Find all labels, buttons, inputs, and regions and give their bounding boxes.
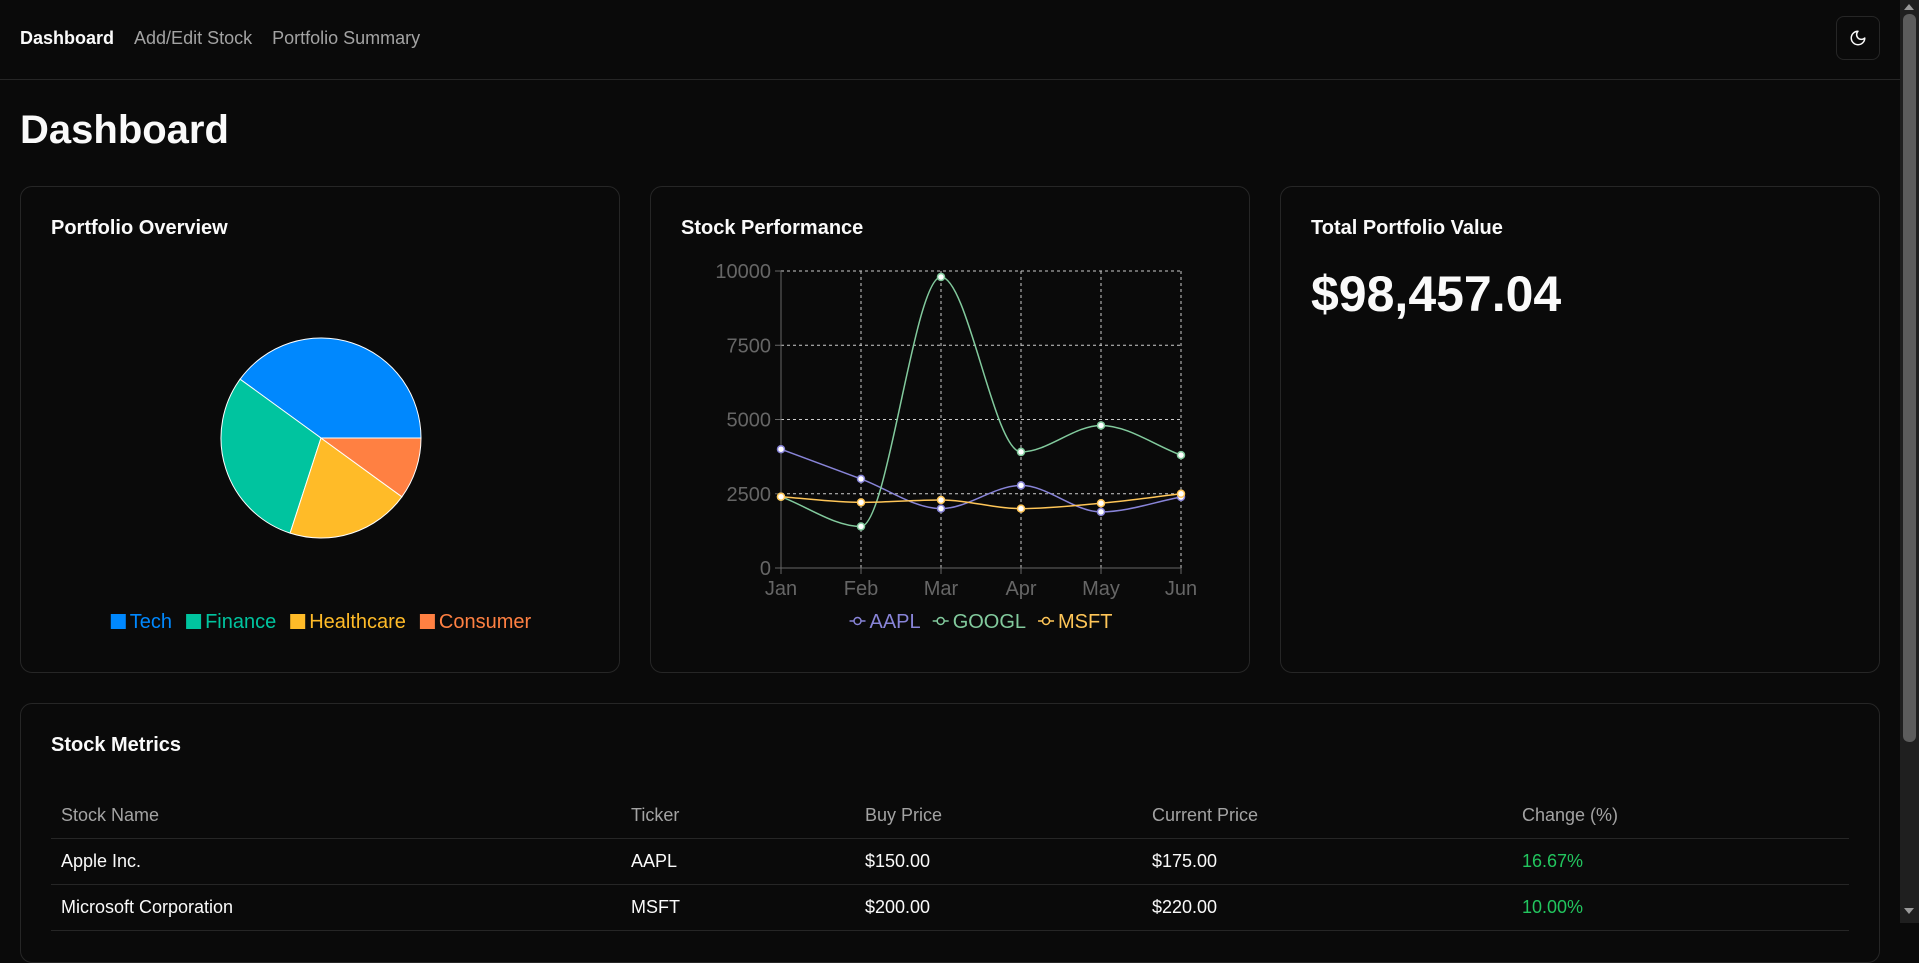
- scroll-down-arrow-icon[interactable]: [1904, 908, 1914, 914]
- series-line-googl: [780, 276, 1182, 528]
- data-point-googl[interactable]: [936, 272, 946, 282]
- line-legend-marker-googl: [936, 616, 945, 626]
- moon-icon: [1850, 30, 1866, 46]
- nav-link-portfolio-summary[interactable]: Portfolio Summary: [272, 28, 420, 49]
- line-legend-label-aapl: AAPL: [870, 611, 921, 633]
- series-googl: [776, 272, 1186, 531]
- scroll-up-arrow-icon[interactable]: [1904, 4, 1914, 10]
- table-row: Apple Inc. AAPL $150.00 $175.00 16.67%: [51, 838, 1849, 885]
- portfolio-pie-chart: Tech Finance Healthcare Consumer: [110, 337, 532, 633]
- data-point-aapl[interactable]: [856, 474, 866, 484]
- x-tick-label: Feb: [844, 578, 878, 600]
- line-legend-marker-msft: [1041, 616, 1051, 626]
- stock-performance-card: Stock Performance 0 2500 5000 7500 10000 Jan F…: [650, 186, 1250, 673]
- x-tick-label: Jan: [765, 578, 797, 600]
- stock-metrics-table: Stock Name Ticker Buy Price Current Pric…: [51, 792, 1849, 931]
- data-point-msft[interactable]: [1096, 498, 1106, 508]
- y-tick-label: 7500: [727, 335, 772, 357]
- stock-name-cell: Microsoft Corporation: [51, 884, 621, 931]
- x-tick-label: Mar: [924, 578, 959, 600]
- pie-legend-label-consumer: Consumer: [439, 611, 532, 633]
- column-header-buy-price: Buy Price: [855, 792, 1142, 839]
- pie-legend-label-finance: Finance: [205, 611, 276, 633]
- current-price-cell: $175.00: [1142, 838, 1512, 885]
- nav-link-add-edit-stock[interactable]: Add/Edit Stock: [134, 28, 252, 49]
- data-point-msft[interactable]: [936, 495, 946, 505]
- page-title: Dashboard: [20, 108, 229, 152]
- data-point-aapl[interactable]: [1096, 507, 1106, 517]
- stock-performance-line-chart: 0 2500 5000 7500 10000 Jan Feb Mar Apr May Jun AAPL…: [715, 261, 1197, 633]
- top-navigation: Dashboard Add/Edit Stock Portfolio Summa…: [0, 0, 1900, 80]
- y-tick-label: 10000: [715, 261, 771, 283]
- pie-legend-label-healthcare: Healthcare: [309, 611, 406, 633]
- y-tick-label: 0: [760, 558, 771, 580]
- change-cell: 16.67%: [1512, 838, 1849, 885]
- total-portfolio-value-card: Total Portfolio Value $98,457.04: [1280, 186, 1880, 673]
- x-tick-label: May: [1082, 578, 1120, 600]
- scrollbar-thumb[interactable]: [1903, 14, 1916, 742]
- line-legend-label-msft: MSFT: [1058, 611, 1112, 633]
- line-legend: AAPL GOOGL MSFT: [849, 611, 1112, 633]
- data-point-msft[interactable]: [776, 492, 786, 501]
- column-header-ticker: Ticker: [621, 792, 855, 839]
- line-legend-marker-aapl: [853, 616, 862, 626]
- total-portfolio-value: $98,457.04: [1311, 266, 1562, 322]
- nav-links: Dashboard Add/Edit Stock Portfolio Summa…: [20, 28, 420, 49]
- vertical-scrollbar[interactable]: [1900, 0, 1919, 923]
- data-point-msft[interactable]: [1016, 504, 1026, 513]
- data-point-googl[interactable]: [1016, 447, 1026, 457]
- pie-legend-swatch-finance: [186, 614, 202, 629]
- x-tick-label: Jun: [1165, 578, 1197, 600]
- line-legend-label-googl: GOOGL: [953, 611, 1026, 633]
- pie-legend-swatch-tech: [110, 614, 126, 629]
- portfolio-overview-card: Portfolio Overview Tech Finance Healthcare…: [20, 186, 620, 673]
- column-header-current-price: Current Price: [1142, 792, 1512, 839]
- ticker-cell: AAPL: [621, 838, 855, 885]
- ticker-cell: MSFT: [621, 884, 855, 931]
- y-tick-label: 2500: [727, 484, 772, 506]
- stock-name-cell: Apple Inc.: [51, 838, 621, 885]
- nav-link-dashboard[interactable]: Dashboard: [20, 28, 114, 49]
- buy-price-cell: $200.00: [855, 884, 1142, 931]
- data-point-aapl[interactable]: [936, 504, 946, 513]
- pie-legend-label-tech: Tech: [130, 611, 172, 633]
- column-header-change: Change (%): [1512, 792, 1849, 839]
- data-point-msft[interactable]: [1176, 489, 1186, 498]
- series-line-msft: [780, 493, 1182, 510]
- pie-legend-swatch-consumer: [419, 614, 435, 629]
- data-point-googl[interactable]: [856, 522, 866, 531]
- data-point-googl[interactable]: [1176, 450, 1186, 460]
- theme-toggle-button[interactable]: [1836, 16, 1880, 60]
- data-point-aapl[interactable]: [776, 444, 786, 454]
- data-point-msft[interactable]: [856, 498, 866, 507]
- current-price-cell: $220.00: [1142, 884, 1512, 931]
- data-point-aapl[interactable]: [1016, 481, 1026, 490]
- table-row: Microsoft Corporation MSFT $200.00 $220.…: [51, 884, 1849, 931]
- column-header-stock-name: Stock Name: [51, 792, 621, 839]
- total-portfolio-value-title: Total Portfolio Value: [1311, 217, 1503, 239]
- change-cell: 10.00%: [1512, 884, 1849, 931]
- stock-metrics-card: Stock Metrics Stock Name Ticker Buy Pric…: [20, 703, 1880, 963]
- x-tick-label: Apr: [1005, 578, 1036, 600]
- stock-metrics-title: Stock Metrics: [51, 734, 182, 756]
- table-header-row: Stock Name Ticker Buy Price Current Pric…: [51, 792, 1849, 839]
- buy-price-cell: $150.00: [855, 838, 1142, 885]
- pie-legend-swatch-healthcare: [290, 614, 306, 629]
- y-tick-label: 5000: [727, 410, 772, 432]
- data-point-googl[interactable]: [1096, 421, 1106, 430]
- pie-legend: Tech Finance Healthcare Consumer: [110, 611, 532, 633]
- series-line-aapl: [780, 448, 1182, 513]
